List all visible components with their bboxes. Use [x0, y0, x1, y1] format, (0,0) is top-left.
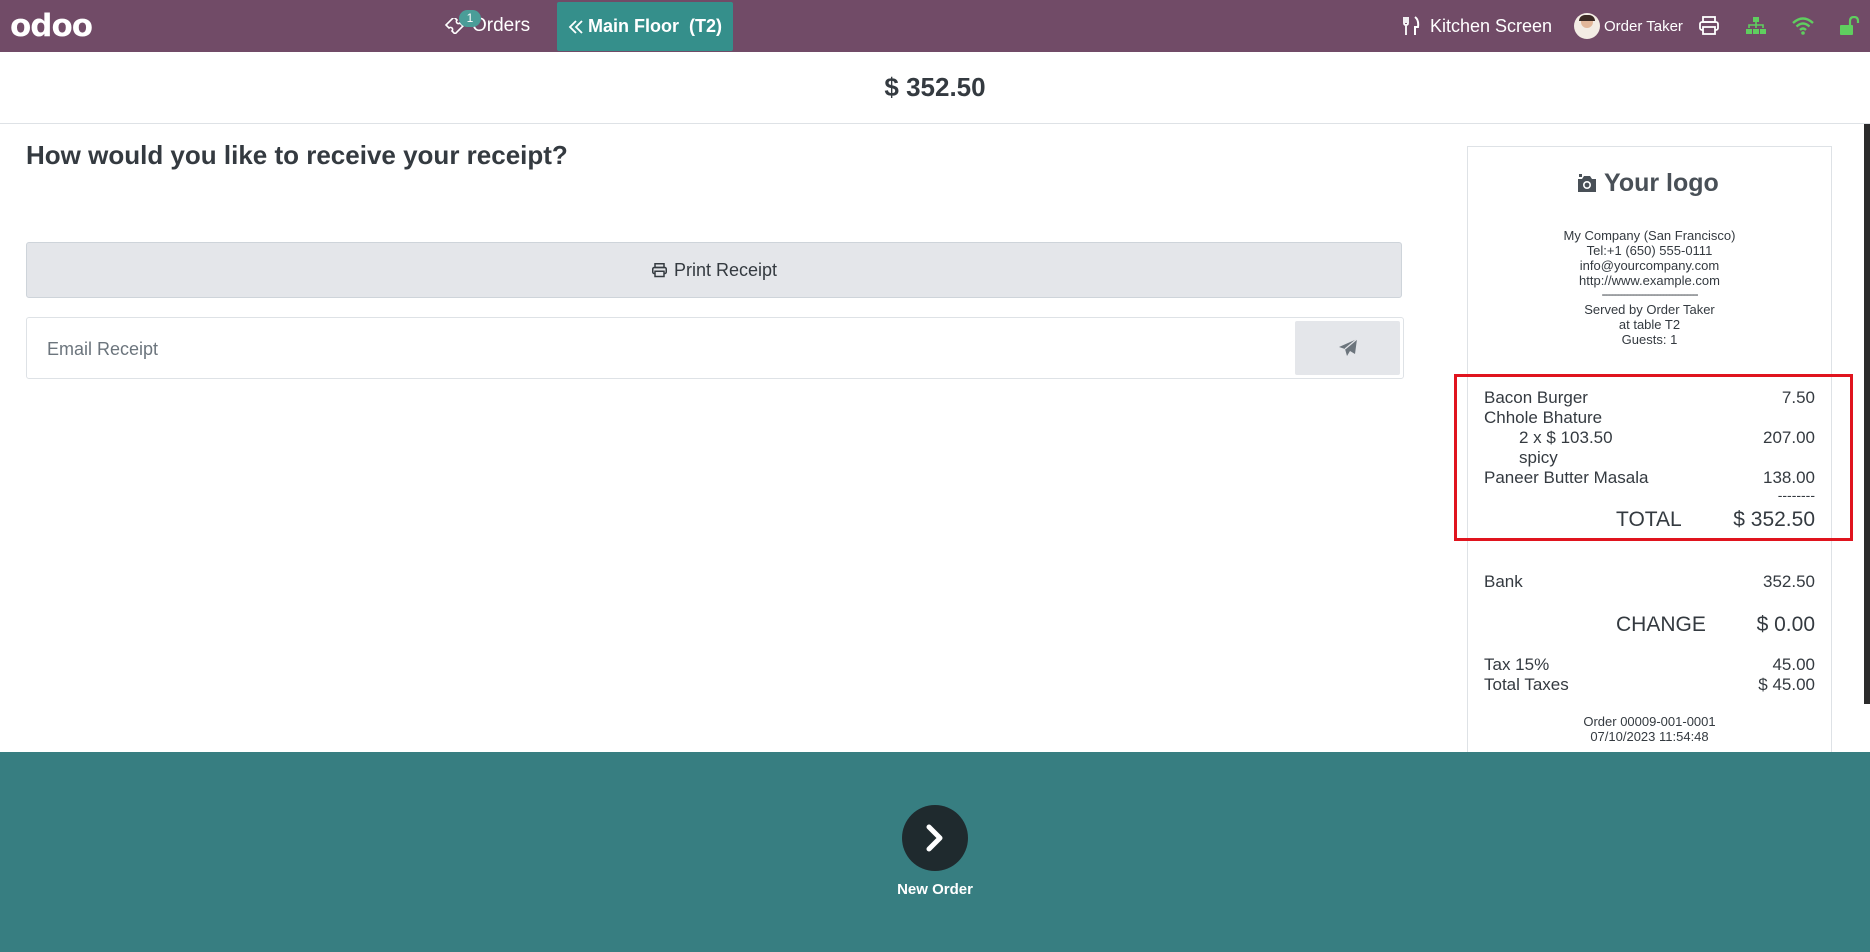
order-info: Order 00009-001-0001 07/10/2023 11:54:48 [1468, 714, 1831, 744]
total-taxes-line: Total Taxes $ 45.00 [1484, 675, 1815, 695]
order-date: 07/10/2023 11:54:48 [1590, 729, 1709, 744]
receipt-change: CHANGE $ 0.00 [1616, 613, 1815, 637]
print-receipt-label: Print Receipt [673, 259, 778, 280]
payment-method: Bank [1484, 572, 1523, 591]
email-receipt-group [26, 317, 1404, 379]
sitemap-icon[interactable] [1745, 16, 1767, 36]
change-label: CHANGE [1616, 613, 1706, 636]
new-order-label: New Order [897, 881, 973, 898]
company-phone: Tel:+1 (650) 555-0111 [1586, 243, 1713, 258]
company-name: My Company (San Francisco) [1563, 228, 1736, 243]
company-info: My Company (San Francisco) Tel:+1 (650) … [1468, 228, 1831, 288]
table-info: at table T2 [1618, 317, 1681, 332]
orders-button[interactable]: Orders [444, 0, 530, 52]
separator: -------------------------------- [1601, 287, 1699, 301]
scrollbar[interactable] [1864, 124, 1870, 704]
highlight-box [1454, 374, 1853, 541]
tax-label: Tax 15% [1484, 655, 1550, 674]
company-website: http://www.example.com [1579, 273, 1720, 288]
company-email: info@yourcompany.com [1579, 258, 1720, 273]
tax-value: 45.00 [1772, 655, 1815, 674]
orders-count-badge: 1 [459, 10, 481, 27]
paper-plane-icon [1338, 338, 1357, 356]
receipt-logo: Your logo [1576, 169, 1719, 198]
served-info: Served by Order Taker at table T2 Guests… [1468, 302, 1831, 347]
email-receipt-input[interactable] [45, 338, 1049, 361]
served-by: Served by Order Taker [1584, 302, 1715, 317]
avatar [1574, 13, 1600, 39]
payment-line: Bank 352.50 [1484, 572, 1815, 592]
amount-header: $ 352.50 [0, 52, 1870, 124]
total-taxes-value: $ 45.00 [1758, 675, 1815, 694]
chevron-right-icon [926, 824, 943, 852]
fork-knife-icon [1403, 16, 1420, 35]
payment-amount: 352.50 [1763, 572, 1815, 591]
main-floor-label: Main Floor (T2) [588, 16, 722, 36]
printer-icon[interactable] [1698, 16, 1720, 36]
user-menu[interactable]: Order Taker [1574, 0, 1683, 52]
user-name: Order Taker [1604, 17, 1683, 35]
kitchen-screen-label: Kitchen Screen [1430, 15, 1553, 36]
guests-info: Guests: 1 [1621, 332, 1678, 347]
change-value: $ 0.00 [1756, 613, 1815, 636]
wifi-icon[interactable] [1792, 16, 1814, 36]
main-floor-button[interactable]: Main Floor (T2) [557, 2, 733, 51]
camera-icon [1578, 173, 1596, 192]
top-navbar: odoo Orders 1 Main Floor (T2) Kitchen Sc… [0, 0, 1870, 52]
total-taxes-label: Total Taxes [1484, 675, 1569, 694]
kitchen-screen-button[interactable]: Kitchen Screen [1402, 0, 1552, 52]
double-chevron-left-icon [568, 19, 583, 34]
printer-icon [651, 262, 667, 277]
new-order-button[interactable] [902, 805, 968, 871]
tax-line: Tax 15% 45.00 [1484, 655, 1815, 675]
logo-text: Your logo [1604, 169, 1719, 197]
send-email-button[interactable] [1295, 321, 1400, 375]
order-reference: Order 00009-001-0001 [1583, 714, 1716, 729]
receipt-question: How would you like to receive your recei… [26, 140, 568, 170]
unlock-icon[interactable] [1839, 16, 1861, 36]
print-receipt-button[interactable]: Print Receipt [26, 242, 1402, 298]
odoo-logo[interactable]: odoo [10, 8, 93, 44]
total-amount: $ 352.50 [884, 72, 986, 102]
